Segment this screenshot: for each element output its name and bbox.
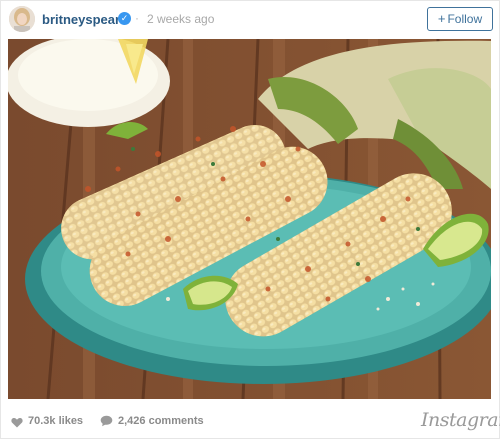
post-timestamp[interactable]: 2 weeks ago xyxy=(147,12,214,26)
speech-bubble-icon[interactable] xyxy=(100,414,113,432)
heart-icon[interactable] xyxy=(11,415,23,433)
plus-icon: + xyxy=(437,11,446,26)
post-footer: 70.3k likes 2,426 comments Instagram xyxy=(0,403,500,439)
instagram-logo[interactable]: Instagram xyxy=(421,409,500,431)
post-header: britneyspears ✓ · 2 weeks ago + Follow xyxy=(0,0,500,38)
follow-button[interactable]: + Follow xyxy=(427,7,493,31)
avatar[interactable] xyxy=(9,6,35,32)
likes-count[interactable]: 70.3k likes xyxy=(28,415,83,427)
username[interactable]: britneyspears xyxy=(42,12,127,27)
separator-dot: · xyxy=(135,11,139,25)
comments-count[interactable]: 2,426 comments xyxy=(118,415,204,427)
verified-badge-icon: ✓ xyxy=(118,12,131,25)
follow-label: Follow xyxy=(447,12,483,26)
post-photo[interactable] xyxy=(8,39,491,399)
